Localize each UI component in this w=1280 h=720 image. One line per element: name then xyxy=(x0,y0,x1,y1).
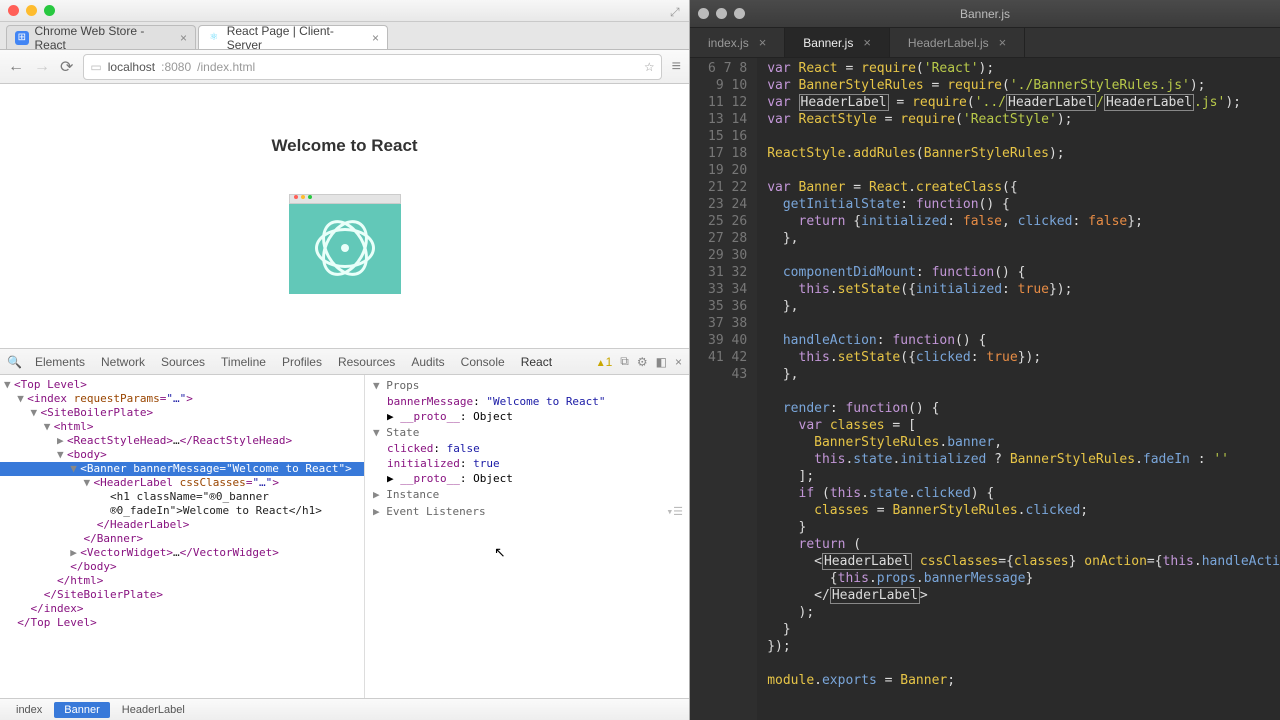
warning-badge[interactable]: ▲1 xyxy=(593,355,616,369)
tree-node[interactable]: </Banner> xyxy=(0,532,364,546)
favicon-icon: ⚛ xyxy=(207,31,221,45)
property-row[interactable]: initialized: true xyxy=(365,456,689,471)
property-row[interactable]: ▶ __proto__: Object xyxy=(365,409,689,424)
close-tab-icon[interactable]: × xyxy=(759,35,767,50)
devtools-tab-resources[interactable]: Resources xyxy=(330,352,403,372)
devtools-tab-elements[interactable]: Elements xyxy=(27,352,93,372)
search-icon[interactable]: 🔍 xyxy=(4,355,25,369)
property-row[interactable]: ▶ __proto__: Object xyxy=(365,471,689,486)
tree-node[interactable]: ▼<SiteBoilerPlate> xyxy=(0,406,364,420)
devtools-tabbar: 🔍 ElementsNetworkSourcesTimelineProfiles… xyxy=(0,349,689,375)
browser-tab-active[interactable]: ⚛ React Page | Client-Server × xyxy=(198,25,388,49)
tree-node[interactable]: ▼<HeaderLabel cssClasses="…"> xyxy=(0,476,364,490)
window-maximize-icon[interactable]: ⤢ xyxy=(670,5,681,16)
browser-tabs: ⊞ Chrome Web Store - React × ⚛ React Pag… xyxy=(0,22,689,50)
browser-titlebar: ⤢ xyxy=(0,0,689,22)
url-input[interactable]: ▭ localhost :8080/index.html ☆ xyxy=(83,54,661,80)
browser-toolbar: ← → ⟳ ▭ localhost :8080/index.html ☆ ≡ xyxy=(0,50,689,84)
breadcrumbs: indexBannerHeaderLabel xyxy=(0,698,689,720)
menu-icon[interactable]: ≡ xyxy=(672,58,681,76)
url-path: /index.html xyxy=(197,60,255,74)
reload-icon[interactable]: ⟳ xyxy=(60,57,73,77)
browser-tab[interactable]: ⊞ Chrome Web Store - React × xyxy=(6,25,196,49)
page-icon: ▭ xyxy=(90,60,101,74)
tree-node[interactable]: </index> xyxy=(0,602,364,616)
tree-node[interactable]: <h1 className="®0_banner xyxy=(0,490,364,504)
property-row[interactable]: bannerMessage: "Welcome to React" xyxy=(365,394,689,409)
close-tab-icon[interactable]: × xyxy=(180,31,187,45)
tab-label: React Page | Client-Server xyxy=(227,24,366,52)
tree-node[interactable]: ▶<VectorWidget>…</VectorWidget> xyxy=(0,546,364,560)
tree-node[interactable]: </Top Level> xyxy=(0,616,364,630)
devtools-tab-network[interactable]: Network xyxy=(93,352,153,372)
react-logo-icon xyxy=(315,218,375,278)
forward-icon: → xyxy=(34,58,50,76)
devtools-tab-timeline[interactable]: Timeline xyxy=(213,352,274,372)
breadcrumb-item[interactable]: index xyxy=(6,702,52,718)
tree-node[interactable]: </SiteBoilerPlate> xyxy=(0,588,364,602)
tree-node[interactable]: </HeaderLabel> xyxy=(0,518,364,532)
tree-node[interactable]: ▼<html> xyxy=(0,420,364,434)
page-heading: Welcome to React xyxy=(271,136,417,156)
url-port: :8080 xyxy=(161,60,191,74)
url-host: localhost xyxy=(108,60,155,74)
step-icon[interactable]: ⧉ xyxy=(617,354,632,369)
window-zoom-icon[interactable] xyxy=(734,8,745,19)
event-listeners-label: Event Listeners xyxy=(386,505,485,518)
gutter: 6 7 8 9 10 11 12 13 14 15 16 17 18 19 20… xyxy=(690,58,757,720)
property-row[interactable]: clicked: false xyxy=(365,441,689,456)
devtools-tab-react[interactable]: React xyxy=(513,352,560,372)
bookmark-icon[interactable]: ☆ xyxy=(644,60,655,74)
tree-node[interactable]: ▶<ReactStyleHead>…</ReactStyleHead> xyxy=(0,434,364,448)
code-editor[interactable]: var React = require('React'); var Banner… xyxy=(757,58,1280,720)
editor-title: Banner.js xyxy=(960,7,1010,21)
tree-node[interactable]: ▼<index requestParams="…"> xyxy=(0,392,364,406)
devtools-tab-profiles[interactable]: Profiles xyxy=(274,352,330,372)
react-logo-card xyxy=(289,202,401,294)
back-icon[interactable]: ← xyxy=(8,58,24,76)
breadcrumb-item[interactable]: HeaderLabel xyxy=(112,702,195,718)
close-tab-icon[interactable]: × xyxy=(999,35,1007,50)
close-tab-icon[interactable]: × xyxy=(372,31,379,45)
tree-node[interactable]: </html> xyxy=(0,574,364,588)
devtools-tab-audits[interactable]: Audits xyxy=(403,352,452,372)
window-minimize-icon[interactable] xyxy=(26,5,37,16)
filter-icon[interactable]: ▾☰ xyxy=(667,504,683,519)
gear-icon[interactable]: ⚙ xyxy=(634,355,651,369)
tree-node[interactable]: ▼<Banner bannerMessage="Welcome to React… xyxy=(0,462,364,476)
state-label: State xyxy=(386,426,419,439)
window-minimize-icon[interactable] xyxy=(716,8,727,19)
close-devtools-icon[interactable]: × xyxy=(672,355,685,369)
tree-node[interactable]: </body> xyxy=(0,560,364,574)
editor-titlebar: Banner.js xyxy=(690,0,1280,28)
tree-node[interactable]: ▼<Top Level> xyxy=(0,378,364,392)
editor-tab[interactable]: HeaderLabel.js× xyxy=(890,28,1025,57)
close-tab-icon[interactable]: × xyxy=(863,35,871,50)
dock-icon[interactable]: ◧ xyxy=(653,355,670,369)
page-content: Welcome to React xyxy=(0,84,689,349)
window-close-icon[interactable] xyxy=(8,5,19,16)
editor-tab[interactable]: Banner.js× xyxy=(785,28,890,57)
breadcrumb-item[interactable]: Banner xyxy=(54,702,109,718)
devtools-tab-console[interactable]: Console xyxy=(453,352,513,372)
window-zoom-icon[interactable] xyxy=(44,5,55,16)
editor-tabs: index.js×Banner.js×HeaderLabel.js× xyxy=(690,28,1280,58)
instance-label: Instance xyxy=(386,488,439,501)
react-side-panel: ▼ Props bannerMessage: "Welcome to React… xyxy=(365,375,689,698)
props-label: Props xyxy=(386,379,419,392)
tab-label: Chrome Web Store - React xyxy=(35,24,174,52)
favicon-icon: ⊞ xyxy=(15,31,29,45)
window-close-icon[interactable] xyxy=(698,8,709,19)
devtools-tab-sources[interactable]: Sources xyxy=(153,352,213,372)
tree-node[interactable]: ®0_fadeIn">Welcome to React</h1> xyxy=(0,504,364,518)
react-tree[interactable]: ▼<Top Level> ▼<index requestParams="…"> … xyxy=(0,375,365,698)
editor-tab[interactable]: index.js× xyxy=(690,28,785,57)
tree-node[interactable]: ▼<body> xyxy=(0,448,364,462)
